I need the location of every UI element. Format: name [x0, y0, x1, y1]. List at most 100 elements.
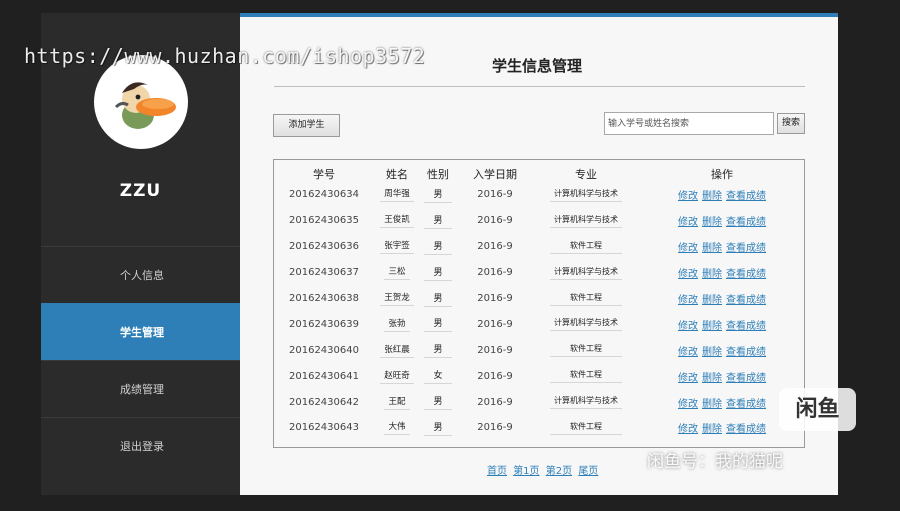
avatar [94, 55, 188, 149]
cell-actions: 修改 删除 查看成绩 [638, 337, 806, 363]
cell-enroll-date: 2016-9 [477, 241, 513, 253]
cell-name-text: 王配 [384, 395, 410, 410]
cell-gender: 男 [420, 208, 456, 234]
cell-name: 张红晨 [374, 337, 420, 363]
delete-link[interactable]: 删除 [702, 347, 722, 358]
delete-link[interactable]: 删除 [702, 191, 722, 202]
cell-gender: 女 [420, 363, 456, 389]
cell-gender: 男 [420, 234, 456, 260]
sidebar-item-logout[interactable]: 退出登录 [41, 417, 240, 474]
cell-actions: 修改 删除 查看成绩 [638, 363, 806, 389]
cell-student-id: 20162430642 [289, 396, 359, 408]
username: ZZU [119, 181, 162, 201]
edit-link[interactable]: 修改 [678, 373, 698, 384]
cell-major-text: 计算机科学与技术 [550, 266, 622, 280]
delete-link[interactable]: 删除 [702, 321, 722, 332]
add-student-button[interactable]: 添加学生 [273, 114, 340, 137]
cell-enroll-date: 2016-9 [477, 318, 513, 330]
header-gender: 性别 [427, 167, 449, 181]
cell-major-text: 计算机科学与技术 [550, 395, 622, 410]
table-row: 20162430634 周华强男 2016-9 计算机科学与技术 修改 删除 查看成绩 [274, 182, 806, 208]
edit-link[interactable]: 修改 [678, 243, 698, 254]
edit-link[interactable]: 修改 [678, 217, 698, 228]
cell-major-text: 软件工程 [550, 369, 622, 384]
cell-enroll-date: 2016-9 [477, 293, 513, 304]
view-scores-link[interactable]: 查看成绩 [726, 243, 766, 254]
view-scores-link[interactable]: 查看成绩 [726, 347, 766, 358]
delete-link[interactable]: 删除 [702, 243, 722, 254]
cell-student-id: 20162430638 [289, 293, 359, 304]
table-row: 20162430637 三松男 2016-9 计算机科学与技术 修改 删除 查看成绩 [274, 260, 806, 286]
cell-enroll-date: 2016-9 [477, 344, 513, 356]
cell-gender: 男 [420, 311, 456, 337]
table-header-row: 学号 姓名 性别 入学日期 专业 操作 [274, 165, 806, 182]
delete-link[interactable]: 删除 [702, 269, 722, 280]
cell-name-text: 赵旺奇 [380, 369, 414, 384]
cell-name: 张宇签 [374, 234, 420, 260]
cell-major-text: 软件工程 [550, 343, 622, 358]
view-scores-link[interactable]: 查看成绩 [726, 373, 766, 384]
delete-link[interactable]: 删除 [702, 295, 722, 306]
table-row: 20162430636 张宇签男 2016-9 软件工程 修改 删除 查看成绩 [274, 234, 806, 260]
view-scores-link[interactable]: 查看成绩 [726, 399, 766, 410]
pager-page2-link[interactable]: 第2页 [546, 466, 572, 477]
cell-name: 王贺龙 [374, 286, 420, 312]
cell-gender-text: 男 [424, 342, 452, 359]
title-divider [274, 86, 805, 87]
view-scores-link[interactable]: 查看成绩 [726, 269, 766, 280]
cell-name-text: 王俊凯 [380, 213, 414, 229]
view-scores-link[interactable]: 查看成绩 [726, 191, 766, 202]
cell-actions: 修改 删除 查看成绩 [638, 311, 806, 337]
pager-last-link[interactable]: 尾页 [578, 466, 598, 477]
table-row: 20162430642 王配男 2016-9 计算机科学与技术 修改 删除 查看成绩 [274, 389, 806, 415]
pager-page1-link[interactable]: 第1页 [513, 466, 539, 477]
cell-gender-text: 男 [424, 187, 452, 203]
edit-link[interactable]: 修改 [678, 269, 698, 280]
cell-major: 软件工程 [534, 234, 638, 260]
student-table: 学号 姓名 性别 入学日期 专业 操作 20162430634 周华强男 2016-… [274, 165, 806, 441]
cell-name: 张勃 [374, 311, 420, 337]
cell-name-text: 三松 [384, 265, 410, 281]
cell-name-text: 王贺龙 [380, 291, 414, 306]
table-row: 20162430639 张勃男 2016-9 计算机科学与技术 修改 删除 查看成绩 [274, 311, 806, 337]
cell-gender-text: 男 [424, 265, 452, 281]
search-input[interactable] [604, 112, 774, 135]
delete-link[interactable]: 删除 [702, 217, 722, 228]
page-title: 学生信息管理 [492, 57, 583, 75]
pager-first-link[interactable]: 首页 [487, 466, 507, 477]
sidebar-item-profile[interactable]: 个人信息 [41, 246, 240, 303]
sidebar-item-score-management[interactable]: 成绩管理 [41, 360, 240, 417]
header-actions: 操作 [711, 167, 733, 181]
delete-link[interactable]: 删除 [702, 373, 722, 384]
table-row: 20162430638 王贺龙男 2016-9 软件工程 修改 删除 查看成绩 [274, 286, 806, 312]
sidebar-item-student-management[interactable]: 学生管理 [41, 303, 240, 360]
edit-link[interactable]: 修改 [678, 321, 698, 332]
search-button[interactable]: 搜索 [777, 113, 805, 134]
cell-major: 计算机科学与技术 [534, 311, 638, 337]
edit-link[interactable]: 修改 [678, 347, 698, 358]
edit-link[interactable]: 修改 [678, 191, 698, 202]
view-scores-link[interactable]: 查看成绩 [726, 424, 766, 435]
table-row: 20162430635 王俊凯男 2016-9 计算机科学与技术 修改 删除 查看成绩 [274, 208, 806, 234]
cell-major: 软件工程 [534, 286, 638, 312]
delete-link[interactable]: 删除 [702, 399, 722, 410]
cell-student-id: 20162430635 [289, 215, 359, 227]
cell-name-text: 周华强 [380, 187, 414, 203]
cell-name-text: 大伟 [384, 420, 410, 436]
cell-major-text: 计算机科学与技术 [550, 214, 622, 228]
delete-link[interactable]: 删除 [702, 424, 722, 435]
edit-link[interactable]: 修改 [678, 399, 698, 410]
cell-actions: 修改 删除 查看成绩 [638, 208, 806, 234]
view-scores-link[interactable]: 查看成绩 [726, 321, 766, 332]
cell-major-text: 软件工程 [550, 240, 622, 254]
cell-gender-text: 男 [424, 316, 452, 333]
cell-student-id: 20162430636 [289, 241, 359, 253]
view-scores-link[interactable]: 查看成绩 [726, 217, 766, 228]
edit-link[interactable]: 修改 [678, 295, 698, 306]
main-panel: 学生信息管理 添加学生 搜索 学号 姓名 性别 入学日期 专业 操作 20162… [240, 13, 838, 495]
duck-avatar-icon [114, 82, 176, 129]
edit-link[interactable]: 修改 [678, 424, 698, 435]
xianyu-caption: 闲鱼号：我的猫呢 [647, 452, 783, 472]
view-scores-link[interactable]: 查看成绩 [726, 295, 766, 306]
cell-name-text: 张红晨 [380, 343, 414, 358]
